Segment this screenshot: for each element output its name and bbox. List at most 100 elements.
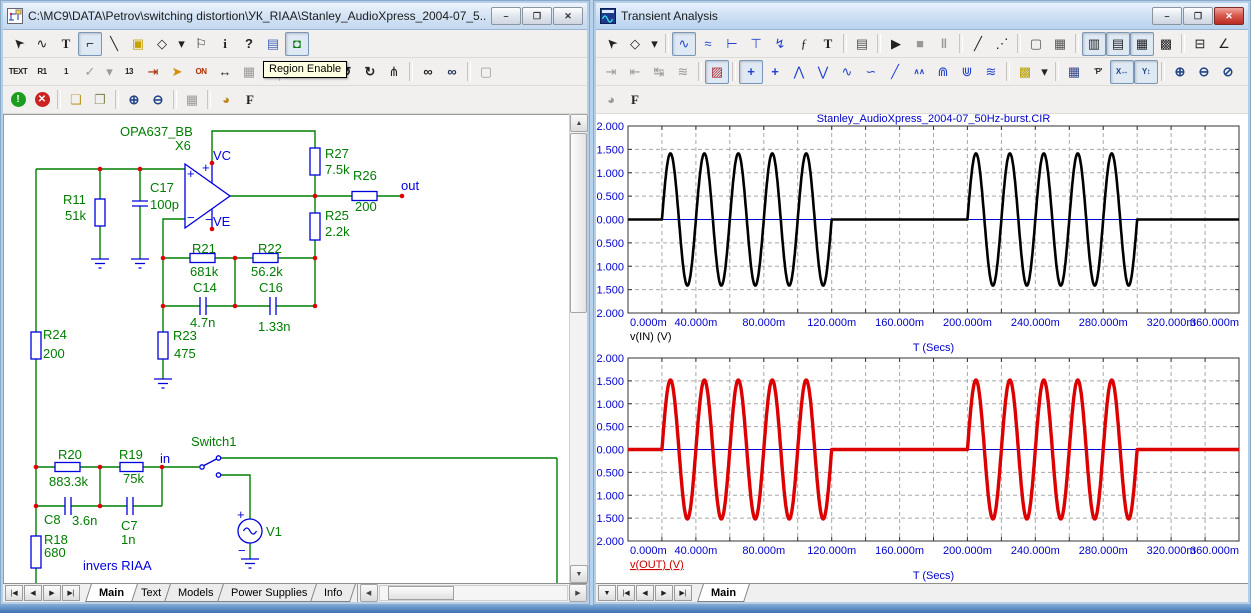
wire-mode-icon[interactable]: ∿ [30, 32, 54, 56]
first-page-button[interactable]: |◀ [617, 585, 635, 601]
legend-v(IN)[interactable]: v(IN) (V) [630, 331, 672, 343]
bring-front-icon[interactable]: ❏ [64, 88, 88, 112]
node-numbers-icon[interactable]: 1 [54, 60, 78, 84]
scroll-down-button[interactable]: ▼ [570, 565, 588, 583]
grid-both-icon[interactable]: ▦ [1130, 32, 1154, 56]
scroll-up-button[interactable]: ▲ [570, 114, 588, 132]
peak-icon[interactable]: ⋀ [787, 60, 811, 84]
zoom-in-icon[interactable]: ⊕ [1168, 60, 1192, 84]
vertical-gridlines-icon[interactable]: ▥ [1082, 32, 1106, 56]
close-button[interactable]: ✕ [553, 7, 583, 25]
valley-icon[interactable]: ⋁ [811, 60, 835, 84]
schematic-canvas[interactable]: OPA637_BB X6 R11 51k C17 100p R27 7.5k R… [3, 114, 569, 583]
run-analysis-icon[interactable]: ! [6, 88, 30, 112]
info-mode-icon[interactable]: i [213, 32, 237, 56]
select-tool-icon[interactable]: ➤ [599, 32, 623, 56]
low-icon[interactable]: ∽ [859, 60, 883, 84]
slope-cursor-icon[interactable]: ╱ [883, 60, 907, 84]
format-dropdown-icon[interactable]: ▾ [1037, 60, 1052, 84]
zoom-restore-icon[interactable]: ⊘ [1216, 60, 1240, 84]
mirror-icon[interactable]: ⋔ [382, 60, 406, 84]
x-scale-icon[interactable]: X↔ [1110, 60, 1134, 84]
grid-region-icon[interactable]: ▦ [1048, 32, 1072, 56]
numeric-output-icon[interactable]: ▦ [1062, 60, 1086, 84]
tab-main[interactable]: Main [85, 584, 138, 602]
region-enable-mode-icon[interactable]: ◘ [285, 32, 309, 56]
format-icon[interactable]: ▩ [1013, 60, 1037, 84]
restore-button[interactable]: ❐ [1183, 7, 1213, 25]
attribute-text-icon[interactable]: R1 [30, 60, 54, 84]
zoom-in-icon[interactable]: ⊕ [122, 88, 146, 112]
minimize-button[interactable]: – [491, 7, 521, 25]
zoom-out-icon[interactable]: ⊖ [1192, 60, 1216, 84]
scrollbar-track[interactable] [379, 585, 568, 601]
scrollbar-track[interactable] [570, 132, 587, 565]
step-icon[interactable]: ↻ [358, 60, 382, 84]
envelope-icon[interactable]: ≋ [979, 60, 1003, 84]
first-page-button[interactable]: |◀ [5, 585, 23, 601]
y-scale-icon[interactable]: Y↕ [1134, 60, 1158, 84]
cursor-horizontal-icon[interactable]: + [739, 60, 763, 84]
wire-ortho-mode-icon[interactable]: ⌐ [78, 32, 102, 56]
color-palette-icon[interactable]: ◕ [214, 88, 238, 112]
close-button[interactable]: ✕ [1214, 7, 1244, 25]
slope-tool-icon[interactable]: ∠ [1212, 32, 1236, 56]
scrollbar-thumb[interactable] [388, 586, 454, 600]
high-icon[interactable]: ∿ [835, 60, 859, 84]
prev-page-button[interactable]: ◀ [636, 585, 654, 601]
horizontal-gridlines-icon[interactable]: ▤ [1106, 32, 1130, 56]
power-state-icon[interactable]: ON [189, 60, 213, 84]
scroll-right-button[interactable]: ▶ [569, 584, 587, 602]
minimize-button[interactable]: – [1152, 7, 1182, 25]
next-page-button[interactable]: ▶ [43, 585, 61, 601]
pin-connections-icon[interactable]: ↔ [213, 60, 237, 84]
select-region-icon[interactable]: ▢ [1024, 32, 1048, 56]
last-page-button[interactable]: ▶| [674, 585, 692, 601]
plot-properties-icon[interactable]: ▨ [705, 60, 729, 84]
shape-mode-icon[interactable]: ◇ [150, 32, 174, 56]
single-plot-icon[interactable]: ⊟ [1188, 32, 1212, 56]
font-button[interactable]: F [238, 88, 262, 112]
node-voltages-icon[interactable]: ⇥ [141, 60, 165, 84]
find-next-icon[interactable]: ∞ [440, 60, 464, 84]
text-mode-icon[interactable]: T [54, 32, 78, 56]
grid-icon[interactable]: ▦ [237, 60, 261, 84]
inflection-icon[interactable]: ∧∧ [907, 60, 931, 84]
prev-page-button[interactable]: ◀ [24, 585, 42, 601]
line-tool-icon[interactable]: ╱ [966, 32, 990, 56]
page-list-button[interactable]: ▼ [598, 585, 616, 601]
help-mode-icon[interactable]: ? [237, 32, 261, 56]
run-button[interactable]: ▶ [884, 32, 908, 56]
scroll-left-button[interactable]: ◀ [360, 584, 378, 602]
text-mode-icon[interactable]: T [816, 32, 840, 56]
font-button[interactable]: F [623, 88, 647, 112]
restore-button[interactable]: ❐ [522, 7, 552, 25]
global-low-icon[interactable]: ⋓ [955, 60, 979, 84]
horizontal-tag-icon[interactable]: ⊢ [720, 32, 744, 56]
vertical-tag-icon[interactable]: ⊤ [744, 32, 768, 56]
last-page-button[interactable]: ▶| [62, 585, 80, 601]
analysis-titlebar[interactable]: Transient Analysis – ❐ ✕ [596, 3, 1248, 30]
select-tool-icon[interactable]: ➤ [6, 32, 30, 56]
shape-dropdown-icon[interactable]: ▾ [174, 32, 189, 56]
scale-mode-icon[interactable]: ∿ [672, 32, 696, 56]
schematic-titlebar[interactable]: C:\MC9\DATA\Petrov\switching distortion\… [3, 3, 587, 30]
stop-analysis-icon[interactable]: ✕ [30, 88, 54, 112]
schematic-vertical-scrollbar[interactable]: ▲ ▼ [569, 114, 587, 583]
cursor-mode-icon[interactable]: ≈ [696, 32, 720, 56]
paste-picture-icon[interactable]: ▤ [261, 32, 285, 56]
shape-dropdown-icon[interactable]: ▾ [647, 32, 662, 56]
formula-text-icon[interactable]: ƒ [792, 32, 816, 56]
scrollbar-thumb[interactable] [570, 133, 587, 313]
tab-info[interactable]: Info [310, 584, 356, 602]
zoom-out-icon[interactable]: ⊖ [146, 88, 170, 112]
legend-v(OUT)[interactable]: v(OUT) (V) [630, 559, 684, 571]
flag-mode-icon[interactable]: ⚐ [189, 32, 213, 56]
grid-dotted-icon[interactable]: ▩ [1154, 32, 1178, 56]
next-page-button[interactable]: ▶ [655, 585, 673, 601]
currents-icon[interactable]: ➤ [165, 60, 189, 84]
properties-icon[interactable]: ▤ [850, 32, 874, 56]
cursor-vertical-icon[interactable]: + [763, 60, 787, 84]
send-back-icon[interactable]: ❐ [88, 88, 112, 112]
tab-power-supplies[interactable]: Power Supplies [217, 584, 321, 602]
